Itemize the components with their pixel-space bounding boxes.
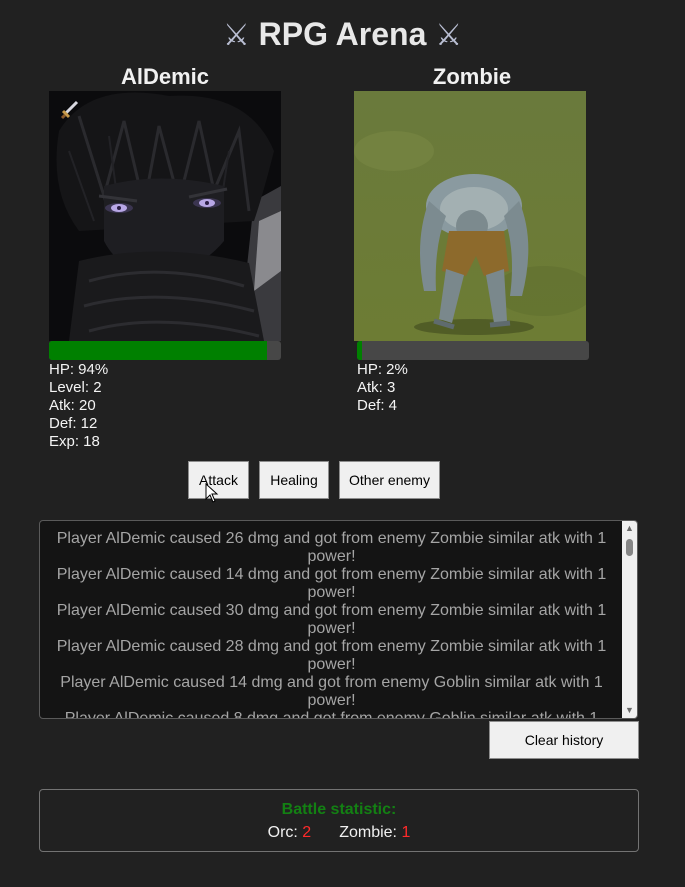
healing-button[interactable]: Healing: [259, 461, 329, 499]
other-enemy-button[interactable]: Other enemy: [339, 461, 440, 499]
crossed-swords-icon: ⚔: [222, 19, 250, 52]
player-atk-text: Atk: 20: [49, 397, 96, 414]
log-entry: Player AlDemic caused 8 dmg and got from…: [64, 710, 599, 719]
log-entry: Player AlDemic caused 14 dmg and got fro…: [56, 566, 607, 601]
battle-statistic-row: Orc: 2 Zombie: 1: [40, 823, 638, 842]
log-entry: Player AlDemic caused 30 dmg and got fro…: [56, 602, 607, 637]
statistic-count: 1: [401, 824, 411, 841]
log-entry: Player AlDemic caused 14 dmg and got fro…: [60, 674, 603, 709]
player-hp-fill: [49, 341, 268, 360]
crossed-swords-icon: ⚔: [435, 19, 463, 52]
statistic-item: Orc: 2: [268, 823, 312, 842]
sword-icon: [59, 99, 81, 121]
clear-history-button[interactable]: Clear history: [489, 721, 639, 759]
scroll-up-icon[interactable]: ▲: [622, 521, 637, 536]
enemy-atk-text: Atk: 3: [357, 379, 396, 396]
player-exp-text: Exp: 18: [49, 433, 100, 450]
page-title-text: RPG Arena: [258, 16, 427, 52]
enemy-stats: HP: 2% Atk: 3 Def: 4: [357, 361, 408, 415]
player-hp-bar: [49, 341, 281, 360]
enemy-hp-text: HP: 2%: [357, 361, 408, 378]
scroll-down-icon[interactable]: ▼: [622, 703, 637, 718]
player-def-text: Def: 12: [49, 415, 98, 432]
log-entry: Player AlDemic caused 26 dmg and got fro…: [56, 530, 607, 565]
enemy-portrait: [354, 91, 586, 341]
page-title: ⚔ RPG Arena ⚔: [0, 12, 685, 58]
log-scrollbar[interactable]: ▲ ▼: [622, 521, 637, 718]
player-level-text: Level: 2: [49, 379, 102, 396]
statistic-label: Orc:: [267, 824, 303, 841]
player-stats: HP: 94% Level: 2 Atk: 20 Def: 12 Exp: 18: [49, 361, 108, 451]
enemy-name: Zombie: [432, 64, 512, 89]
enemy-def-text: Def: 4: [357, 397, 398, 414]
player-portrait: [49, 91, 281, 341]
scroll-thumb[interactable]: [626, 539, 633, 556]
battle-statistic-title: Battle statistic:: [281, 801, 397, 818]
player-name: AlDemic: [120, 64, 210, 89]
battle-statistic-panel: Battle statistic: Orc: 2 Zombie: 1: [39, 789, 639, 852]
battle-log[interactable]: Player AlDemic caused 26 dmg and got fro…: [39, 520, 638, 719]
player-hp-text: HP: 94%: [49, 361, 109, 378]
battle-log-entries: Player AlDemic caused 26 dmg and got fro…: [40, 521, 623, 719]
log-entry: Player AlDemic caused 28 dmg and got fro…: [56, 638, 607, 673]
statistic-label: Zombie:: [339, 824, 402, 841]
enemy-hp-fill: [357, 341, 362, 360]
statistic-item: Zombie: 1: [339, 823, 410, 842]
enemy-hp-bar: [357, 341, 589, 360]
mouse-cursor-icon: [205, 482, 219, 503]
statistic-count: 2: [302, 824, 312, 841]
